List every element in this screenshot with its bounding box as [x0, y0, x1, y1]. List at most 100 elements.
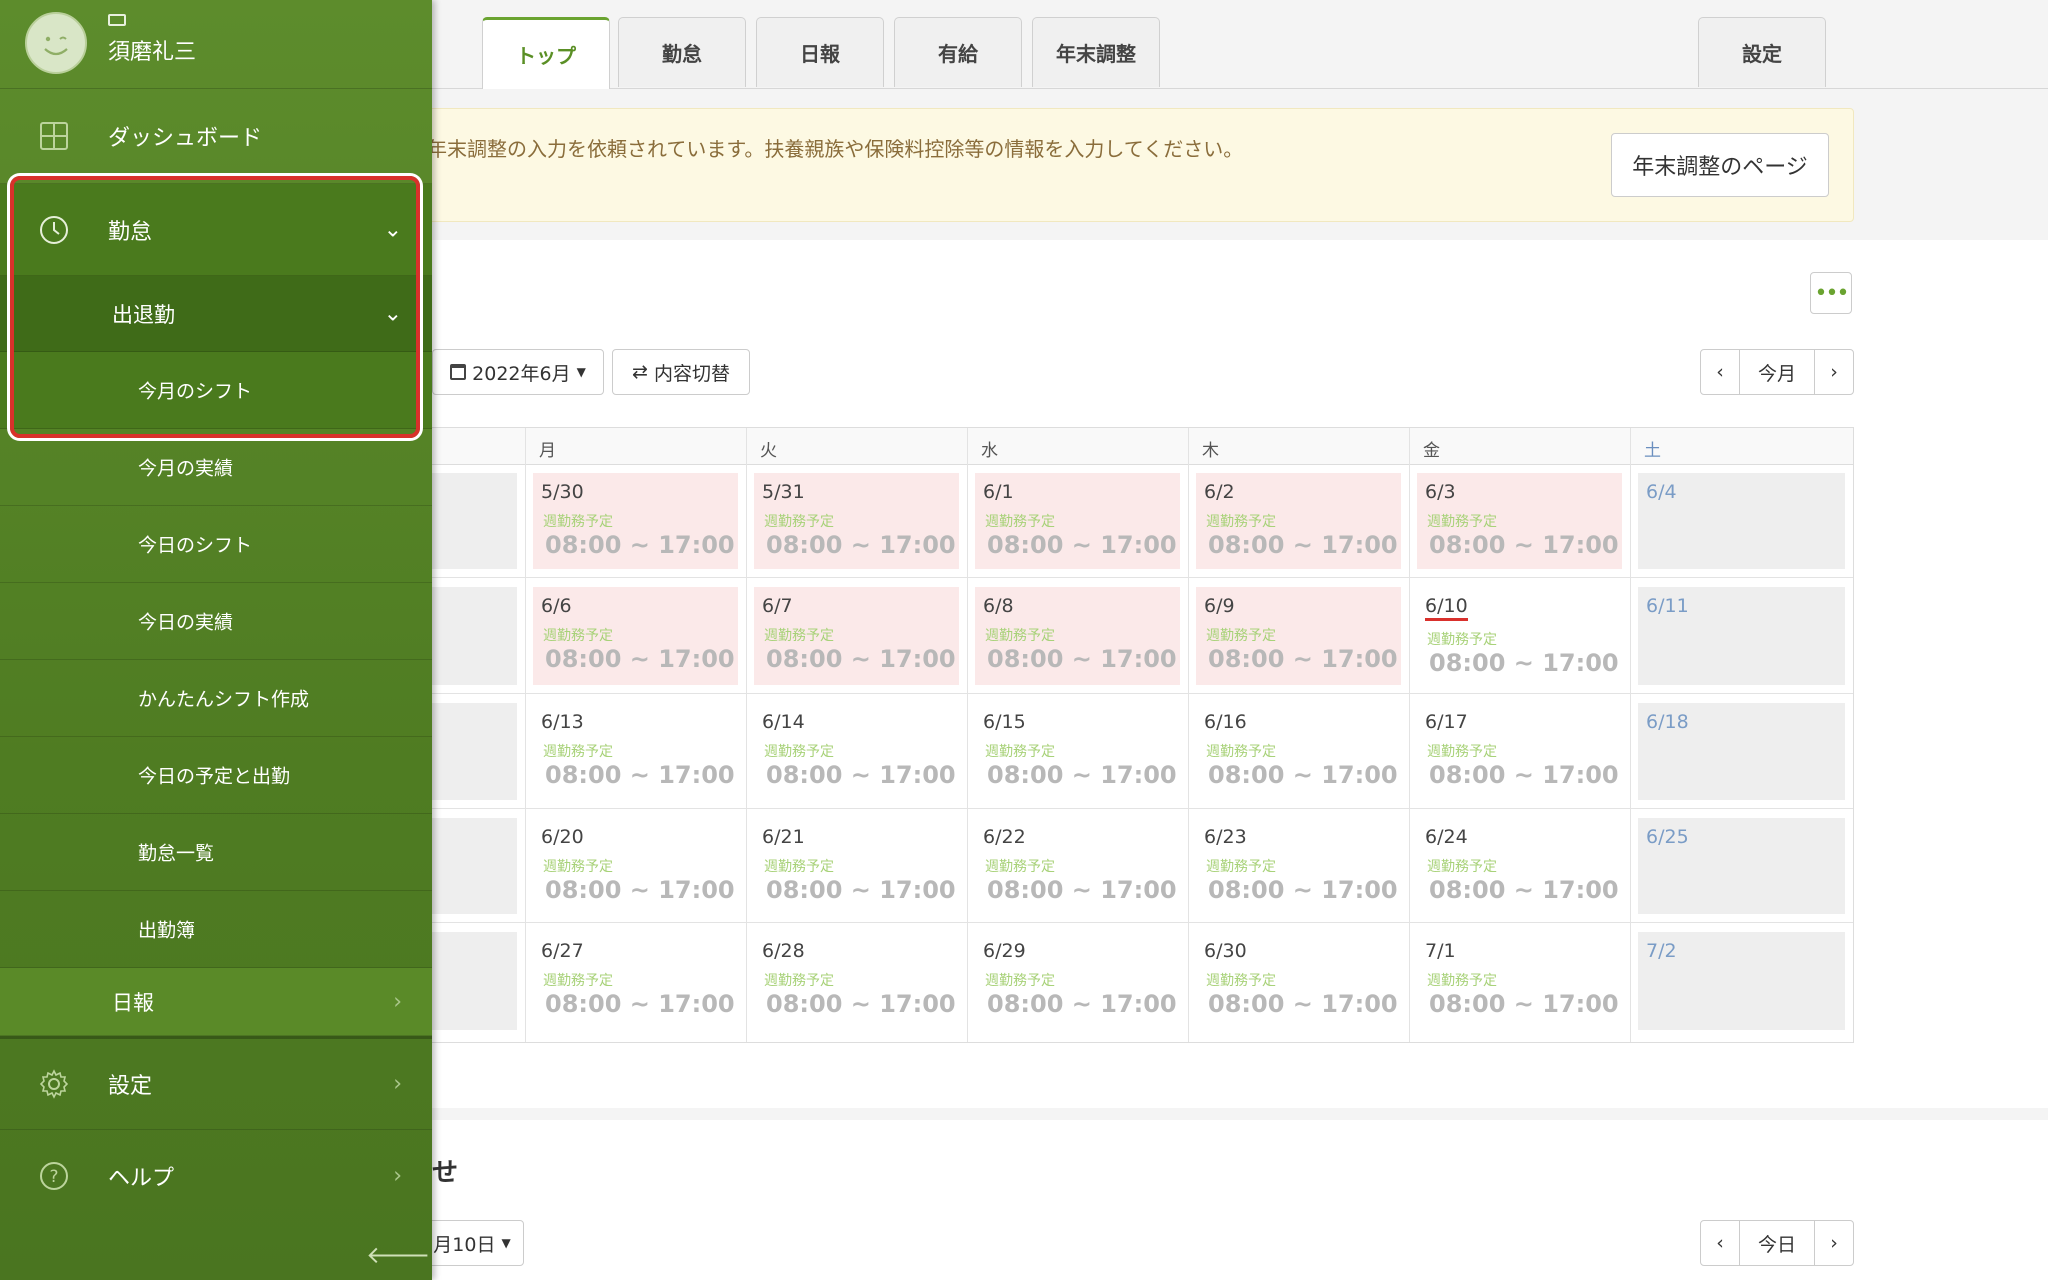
sidebar-item-daily-report[interactable]: 日報 › [0, 968, 432, 1036]
calendar-day-cell[interactable]: 6/29 週勤務予定 08:00 ~ 17:00 [975, 932, 1180, 1030]
smiley-icon [44, 36, 68, 56]
shift-time: 08:00 ~ 17:00 [1429, 876, 1619, 904]
prev-day-button[interactable]: ‹ [1700, 1220, 1740, 1266]
calendar-day-cell[interactable]: 6/10 週勤務予定 08:00 ~ 17:00 [1417, 587, 1622, 685]
sidebar-item-dashboard[interactable]: ダッシュボード [0, 88, 432, 184]
sidebar-item-easy-shift[interactable]: かんたんシフト作成 [0, 660, 432, 737]
shift-label: 週勤務予定 [764, 973, 834, 989]
calendar-day-cell[interactable]: 6/22 週勤務予定 08:00 ~ 17:00 [975, 818, 1180, 914]
calendar-day-cell[interactable]: 6/8 週勤務予定 08:00 ~ 17:00 [975, 587, 1180, 685]
avatar[interactable] [25, 12, 87, 74]
calendar-day-cell[interactable]: 6/9 週勤務予定 08:00 ~ 17:00 [1196, 587, 1401, 685]
day-date: 6/1 [983, 481, 1014, 503]
calendar-day-cell[interactable]: 7/1 週勤務予定 08:00 ~ 17:00 [1417, 932, 1622, 1030]
tab-settings[interactable]: 設定 [1698, 17, 1826, 87]
sidebar-item-attendance-book[interactable]: 出勤簿 [0, 891, 432, 968]
sidebar-item-settings[interactable]: 設定 › [0, 1036, 432, 1130]
next-month-button[interactable]: › [1814, 349, 1854, 395]
calendar-day-cell[interactable]: 6/18 [1638, 703, 1845, 800]
shift-time: 08:00 ~ 17:00 [545, 761, 735, 789]
toggle-content-label: 内容切替 [653, 362, 730, 385]
sidebar-item-this-month-shift[interactable]: 今月のシフト [0, 352, 432, 429]
weekday-header: 金 [1423, 441, 1440, 461]
dashboard-grid-icon [40, 121, 68, 150]
calendar-day-cell[interactable]: 6/16 週勤務予定 08:00 ~ 17:00 [1196, 703, 1401, 800]
calendar-day-cell[interactable]: 6/4 [1638, 473, 1845, 569]
calendar-day-cell[interactable]: 5/30 週勤務予定 08:00 ~ 17:00 [533, 473, 738, 569]
calendar-day-cell[interactable]: 7/2 [1638, 932, 1845, 1030]
calendar-day-cell[interactable]: 6/28 週勤務予定 08:00 ~ 17:00 [754, 932, 959, 1030]
calendar-day-cell[interactable]: 6/23 週勤務予定 08:00 ~ 17:00 [1196, 818, 1401, 914]
shift-time: 08:00 ~ 17:00 [545, 645, 735, 673]
calendar-day-cell[interactable]: 6/11 [1638, 587, 1845, 685]
calendar-day-cell[interactable]: 6/24 週勤務予定 08:00 ~ 17:00 [1417, 818, 1622, 914]
shift-label: 週勤務予定 [543, 973, 613, 989]
calendar-day-cell[interactable]: 6/1 週勤務予定 08:00 ~ 17:00 [975, 473, 1180, 569]
weekday-header: 水 [981, 441, 998, 461]
sidebar-item-label: 今月の実績 [138, 457, 234, 480]
day-date: 6/29 [983, 940, 1026, 962]
day-date: 6/27 [541, 940, 584, 962]
this-month-button[interactable]: 今月 [1739, 349, 1815, 395]
day-date: 5/31 [762, 481, 805, 503]
sidebar: 須磨礼三 ダッシュボード 勤怠 ⌄ 出退勤 ⌄ 今月のシフト 今月の実績 今日の… [0, 0, 432, 1280]
year-end-page-button[interactable]: 年末調整のページ [1611, 133, 1829, 197]
more-options-button[interactable]: ••• [1810, 272, 1852, 314]
shift-time: 08:00 ~ 17:00 [987, 531, 1177, 559]
notice-text: 年末調整の入力を依頼されています。扶養親族や保険料控除等の情報を入力してください… [427, 137, 1244, 161]
sidebar-item-this-month-actual[interactable]: 今月の実績 [0, 429, 432, 506]
tab-top[interactable]: トップ [482, 17, 610, 89]
calendar-day-cell[interactable]: 6/13 週勤務予定 08:00 ~ 17:00 [533, 703, 738, 800]
calendar-day-cell[interactable]: 6/30 週勤務予定 08:00 ~ 17:00 [1196, 932, 1401, 1030]
tab-attendance[interactable]: 勤怠 [618, 17, 746, 87]
today-button[interactable]: 今日 [1739, 1220, 1815, 1266]
sidebar-item-help[interactable]: ? ヘルプ › [0, 1130, 432, 1222]
tab-year-end-adjustment[interactable]: 年末調整 [1032, 17, 1160, 87]
year-end-notice: 年末調整の入力を依頼されています。扶養親族や保険料控除等の情報を入力してください… [330, 108, 1854, 222]
calendar-day-cell[interactable]: 6/21 週勤務予定 08:00 ~ 17:00 [754, 818, 959, 914]
sidebar-item-attendance[interactable]: 勤怠 ⌄ [0, 184, 432, 276]
tab-paid-leave[interactable]: 有給 [894, 17, 1022, 87]
date-select-dropdown[interactable]: 月10日 ▼ [420, 1220, 524, 1266]
month-select-dropdown[interactable]: 2022年6月 ▼ [432, 349, 604, 395]
calendar-day-cell[interactable]: 6/20 週勤務予定 08:00 ~ 17:00 [533, 818, 738, 914]
sidebar-item-label: 勤怠 [108, 219, 153, 245]
sidebar-item-today-actual[interactable]: 今日の実績 [0, 583, 432, 660]
toggle-content-button[interactable]: ⇄ 内容切替 [612, 349, 750, 395]
day-date: 6/23 [1204, 826, 1247, 848]
chevron-right-icon: › [393, 1163, 402, 1189]
calendar-day-cell[interactable]: 6/3 週勤務予定 08:00 ~ 17:00 [1417, 473, 1622, 569]
collapse-sidebar-arrow-icon[interactable]: 🡐 [366, 1240, 430, 1269]
calendar-day-cell[interactable]: 6/17 週勤務予定 08:00 ~ 17:00 [1417, 703, 1622, 800]
calendar-day-cell[interactable]: 6/27 週勤務予定 08:00 ~ 17:00 [533, 932, 738, 1030]
shift-time: 08:00 ~ 17:00 [766, 531, 956, 559]
sidebar-item-clock-in-out[interactable]: 出退勤 ⌄ [0, 276, 432, 352]
sidebar-item-today-schedule[interactable]: 今日の予定と出勤 [0, 737, 432, 814]
calendar-day-cell[interactable]: 5/31 週勤務予定 08:00 ~ 17:00 [754, 473, 959, 569]
shift-time: 08:00 ~ 17:00 [766, 876, 956, 904]
calendar-day-cell[interactable]: 6/7 週勤務予定 08:00 ~ 17:00 [754, 587, 959, 685]
shift-time: 08:00 ~ 17:00 [545, 876, 735, 904]
shift-label: 週勤務予定 [1427, 632, 1497, 648]
calendar-day-cell[interactable]: 6/25 [1638, 818, 1845, 914]
user-header[interactable]: 須磨礼三 [0, 0, 432, 89]
day-date: 6/3 [1425, 481, 1456, 503]
day-date: 7/1 [1425, 940, 1456, 962]
shift-label: 週勤務予定 [764, 859, 834, 875]
calendar-day-cell[interactable]: 6/15 週勤務予定 08:00 ~ 17:00 [975, 703, 1180, 800]
calendar-day-cell[interactable]: 6/6 週勤務予定 08:00 ~ 17:00 [533, 587, 738, 685]
shift-time: 08:00 ~ 17:00 [545, 990, 735, 1018]
calendar-day-cell[interactable]: 6/14 週勤務予定 08:00 ~ 17:00 [754, 703, 959, 800]
calendar-day-cell[interactable]: 6/2 週勤務予定 08:00 ~ 17:00 [1196, 473, 1401, 569]
shift-label: 週勤務予定 [1427, 514, 1497, 530]
sidebar-item-label: ヘルプ [108, 1166, 175, 1191]
tab-daily-report[interactable]: 日報 [756, 17, 884, 87]
sidebar-item-today-shift[interactable]: 今日のシフト [0, 506, 432, 583]
sidebar-item-attendance-list[interactable]: 勤怠一覧 [0, 814, 432, 891]
shift-time: 08:00 ~ 17:00 [1429, 990, 1619, 1018]
sidebar-item-label: 日報 [112, 990, 154, 1015]
prev-month-button[interactable]: ‹ [1700, 349, 1740, 395]
day-date: 6/17 [1425, 711, 1468, 733]
grid-line [746, 428, 747, 1042]
next-day-button[interactable]: › [1814, 1220, 1854, 1266]
